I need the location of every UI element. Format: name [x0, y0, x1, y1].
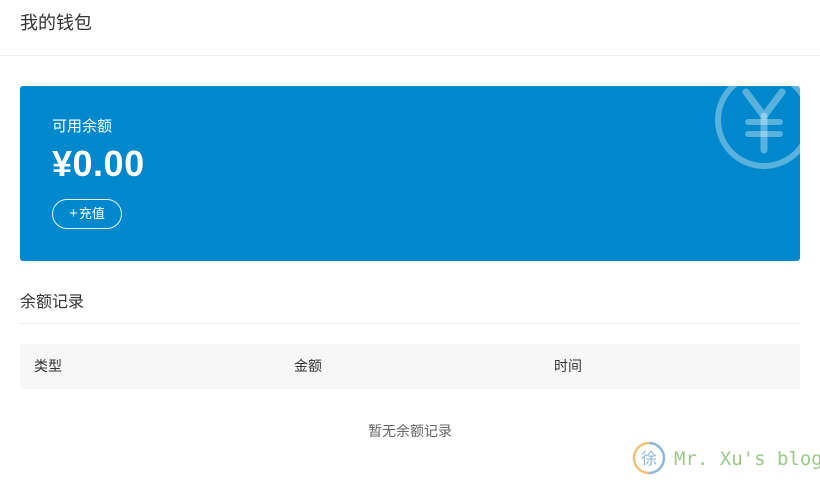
column-header-type: 类型 — [34, 358, 62, 374]
column-header-time: 时间 — [554, 358, 582, 374]
recharge-label: 充值 — [78, 206, 105, 221]
page-header: 我的钱包 — [0, 0, 820, 56]
recharge-button[interactable]: +充值 — [52, 199, 122, 229]
balance-amount: ¥0.00 — [52, 143, 145, 184]
watermark-logo-icon: 徐 — [632, 441, 666, 475]
section-divider — [20, 323, 800, 324]
empty-records-text: 暂无余额记录 — [368, 423, 452, 439]
records-section-title: 余额记录 — [20, 294, 85, 311]
yen-circle-icon — [715, 86, 800, 169]
watermark-logo-char: 徐 — [641, 449, 657, 468]
wallet-card: 可用余额 ¥0.00 +充值 — [20, 86, 800, 261]
column-header-amount: 金额 — [294, 358, 322, 374]
records-table-header: 类型 金额 时间 — [20, 344, 800, 389]
balance-label: 可用余额 — [52, 118, 113, 135]
watermark-text: Mr. Xu's blog — [674, 448, 820, 470]
page-title: 我的钱包 — [20, 13, 92, 33]
plus-icon: + — [69, 205, 78, 222]
